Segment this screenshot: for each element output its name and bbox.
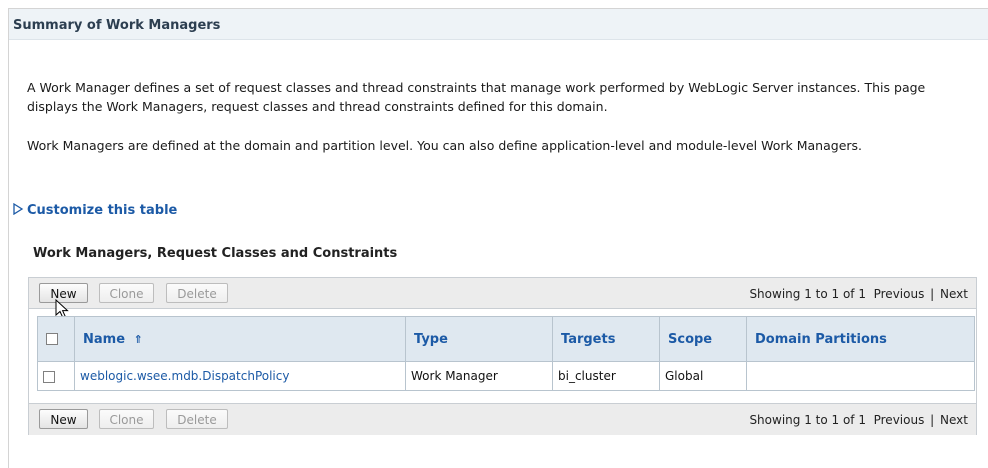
previous-link[interactable]: Previous <box>874 287 925 301</box>
description-paragraph-1: A Work Manager defines a set of request … <box>27 80 926 114</box>
table-toolbar-top: New Clone Delete Showing 1 to 1 of 1 Pre… <box>29 278 976 319</box>
delete-button-bottom[interactable]: Delete <box>166 409 228 429</box>
section-header: Summary of Work Managers <box>9 9 988 40</box>
table-heading: Work Managers, Request Classes and Const… <box>33 246 398 261</box>
clone-button[interactable]: Clone <box>99 283 154 303</box>
row-targets-cell: bi_cluster <box>552 361 660 391</box>
pagination-bottom: Showing 1 to 1 of 1 Previous | Next <box>749 413 968 427</box>
column-header-targets[interactable]: Targets <box>552 316 660 362</box>
row-checkbox[interactable] <box>43 370 55 383</box>
column-targets-label[interactable]: Targets <box>561 332 615 347</box>
row-select-cell <box>37 361 75 391</box>
row-domain-partitions-cell <box>746 361 975 391</box>
work-manager-name-link[interactable]: weblogic.wsee.mdb.DispatchPolicy <box>80 369 289 383</box>
column-header-type[interactable]: Type <box>405 316 553 362</box>
next-link[interactable]: Next <box>940 287 968 301</box>
sort-ascending-icon[interactable]: ⇑ <box>134 333 143 346</box>
column-scope-label[interactable]: Scope <box>668 332 712 347</box>
left-border <box>8 8 9 468</box>
column-header-scope[interactable]: Scope <box>659 316 747 362</box>
delete-button[interactable]: Delete <box>166 283 228 303</box>
pagination-separator-bottom: | <box>930 413 935 427</box>
table-header-row: Name ⇑ Type Targets Scope Domain Partiti… <box>37 316 975 362</box>
clone-button-bottom[interactable]: Clone <box>99 409 154 429</box>
work-managers-table: Name ⇑ Type Targets Scope Domain Partiti… <box>37 316 975 391</box>
select-all-header <box>37 316 75 362</box>
page-title: Summary of Work Managers <box>13 18 221 33</box>
previous-link-bottom[interactable]: Previous <box>874 413 925 427</box>
column-type-label[interactable]: Type <box>414 332 448 347</box>
pagination-status-bottom: Showing 1 to 1 of 1 <box>749 413 866 427</box>
row-scope-cell: Global <box>659 361 747 391</box>
table-toolbar-bottom: New Clone Delete Showing 1 to 1 of 1 Pre… <box>29 403 976 435</box>
pagination-status: Showing 1 to 1 of 1 <box>749 287 866 301</box>
column-name-label[interactable]: Name <box>83 332 125 347</box>
column-header-name[interactable]: Name ⇑ <box>74 316 406 362</box>
row-name-cell: weblogic.wsee.mdb.DispatchPolicy <box>74 361 406 391</box>
column-domain-partitions-label[interactable]: Domain Partitions <box>755 332 887 347</box>
description-paragraph-2: Work Managers are defined at the domain … <box>27 138 863 153</box>
column-header-domain-partitions[interactable]: Domain Partitions <box>746 316 975 362</box>
new-button-bottom[interactable]: New <box>39 409 88 429</box>
customize-table-link[interactable]: Customize this table <box>12 203 177 218</box>
expand-triangle-icon <box>13 203 24 215</box>
pagination: Showing 1 to 1 of 1 Previous | Next <box>749 287 968 301</box>
pagination-separator: | <box>930 287 935 301</box>
row-type-cell: Work Manager <box>405 361 553 391</box>
work-managers-table-container: New Clone Delete Showing 1 to 1 of 1 Pre… <box>28 277 977 435</box>
next-link-bottom[interactable]: Next <box>940 413 968 427</box>
table-row: weblogic.wsee.mdb.DispatchPolicy Work Ma… <box>37 361 975 391</box>
customize-table-label[interactable]: Customize this table <box>27 203 177 218</box>
select-all-checkbox[interactable] <box>46 333 58 345</box>
